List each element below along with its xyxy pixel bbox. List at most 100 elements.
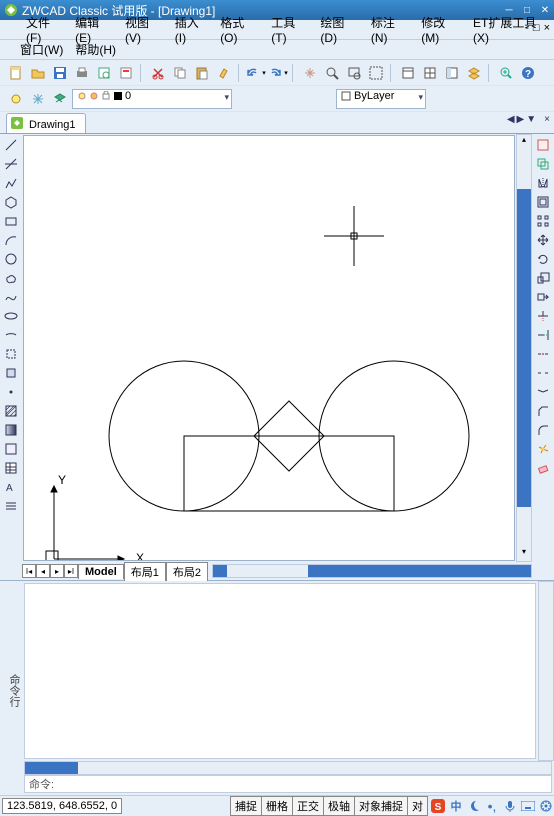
print-preview-icon[interactable] [94, 63, 114, 83]
move-icon[interactable] [534, 231, 552, 249]
menu-insert[interactable]: 插入(I) [169, 12, 214, 47]
tab-nav-last[interactable]: ▸I [64, 564, 78, 578]
polar-toggle[interactable]: 极轴 [323, 796, 355, 816]
command-input[interactable]: 命令: [24, 775, 552, 793]
ime-s-icon[interactable]: S [430, 798, 446, 814]
dot-icon[interactable]: •, [484, 798, 500, 814]
spline-icon[interactable] [2, 288, 20, 306]
docnav-drop[interactable]: ▼ [526, 114, 536, 125]
cut-icon[interactable] [148, 63, 168, 83]
ortho-toggle[interactable]: 正交 [292, 796, 324, 816]
array-icon[interactable] [534, 212, 552, 230]
tab-nav-next[interactable]: ▸ [50, 564, 64, 578]
rect-icon[interactable] [2, 212, 20, 230]
otrack-toggle[interactable]: 对 [407, 796, 428, 816]
menu-dim[interactable]: 标注(N) [365, 12, 415, 47]
zoom-icon[interactable] [322, 63, 342, 83]
new-icon[interactable] [6, 63, 26, 83]
pan-icon[interactable] [300, 63, 320, 83]
explode-icon[interactable] [534, 440, 552, 458]
color-combo[interactable]: ByLayer [336, 89, 426, 109]
command-log[interactable] [24, 583, 536, 759]
menu-tools[interactable]: 工具(T) [265, 12, 314, 47]
make-block-icon[interactable] [2, 364, 20, 382]
osnap-toggle[interactable]: 对象捕捉 [354, 796, 408, 816]
stretch-icon[interactable] [534, 288, 552, 306]
docnav-prev[interactable]: ◀ [507, 114, 515, 125]
print-icon[interactable] [72, 63, 92, 83]
format-painter-icon[interactable] [214, 63, 234, 83]
grid-toggle[interactable]: 栅格 [261, 796, 293, 816]
extend-icon[interactable] [534, 326, 552, 344]
subwin-close[interactable]: × [544, 22, 550, 34]
layout-icon[interactable] [442, 63, 462, 83]
layer-icon[interactable] [464, 63, 484, 83]
moon-icon[interactable] [466, 798, 482, 814]
chamfer-icon[interactable] [534, 402, 552, 420]
entprop-icon[interactable] [534, 136, 552, 154]
docnav-close[interactable]: × [544, 114, 550, 125]
save-icon[interactable] [50, 63, 70, 83]
subwin-restore[interactable]: □ [533, 22, 540, 34]
menu-file[interactable]: 文件(F) [20, 12, 69, 47]
zoom-extents-icon[interactable] [366, 63, 386, 83]
doc-tab-drawing1[interactable]: Drawing1 [6, 113, 86, 133]
trim-icon[interactable] [534, 307, 552, 325]
break-icon[interactable] [534, 364, 552, 382]
ellipse-arc-icon[interactable] [2, 326, 20, 344]
properties-icon[interactable] [398, 63, 418, 83]
redo-icon[interactable]: ▾ [268, 63, 288, 83]
mirror-icon[interactable] [534, 174, 552, 192]
layer-freeze-icon[interactable] [28, 89, 48, 109]
circle-icon[interactable] [2, 250, 20, 268]
revcloud-icon[interactable] [2, 269, 20, 287]
snap-toggle[interactable]: 捕捉 [230, 796, 262, 816]
menu-view[interactable]: 视图(V) [119, 12, 169, 47]
scale-icon[interactable] [534, 269, 552, 287]
cmd-vscroll[interactable] [538, 581, 554, 761]
coord-readout[interactable]: 123.5819, 648.6552, 0 [2, 798, 122, 814]
join-icon[interactable] [534, 383, 552, 401]
docnav-next[interactable]: ▶ [517, 114, 525, 125]
copy-icon[interactable] [170, 63, 190, 83]
menu-format[interactable]: 格式(O) [214, 12, 265, 47]
menu-modify[interactable]: 修改(M) [415, 12, 467, 47]
addline-icon[interactable] [2, 497, 20, 515]
help-icon[interactable]: ? [518, 63, 538, 83]
open-icon[interactable] [28, 63, 48, 83]
layer-combo[interactable]: 0 [72, 89, 232, 109]
zoom-window-icon[interactable] [344, 63, 364, 83]
gradient-icon[interactable] [2, 421, 20, 439]
undo-icon[interactable]: ▾ [246, 63, 266, 83]
region-icon[interactable] [2, 440, 20, 458]
tab-model[interactable]: Model [78, 564, 124, 579]
hatch-icon[interactable] [2, 402, 20, 420]
copy2-icon[interactable] [534, 155, 552, 173]
breakpoint-icon[interactable] [534, 345, 552, 363]
cmd-hscroll[interactable] [24, 761, 552, 775]
menu-draw[interactable]: 绘图(D) [314, 12, 364, 47]
tab-layout1[interactable]: 布局1 [124, 562, 166, 581]
polygon-icon[interactable] [2, 193, 20, 211]
layer-prev-icon[interactable] [50, 89, 70, 109]
arc-icon[interactable] [2, 231, 20, 249]
tab-layout2[interactable]: 布局2 [166, 562, 208, 581]
rotate-icon[interactable] [534, 250, 552, 268]
table2-icon[interactable] [2, 459, 20, 477]
zoom-in-icon[interactable] [496, 63, 516, 83]
plot-icon[interactable] [116, 63, 136, 83]
subwin-min[interactable]: - [525, 22, 529, 34]
paste-icon[interactable] [192, 63, 212, 83]
line-icon[interactable] [2, 136, 20, 154]
ime-zh-icon[interactable]: 中 [448, 798, 464, 814]
table-icon[interactable] [420, 63, 440, 83]
layer-off-icon[interactable] [6, 89, 26, 109]
ellipse-icon[interactable] [2, 307, 20, 325]
erase-icon[interactable] [534, 459, 552, 477]
fillet-icon[interactable] [534, 421, 552, 439]
polyline-icon[interactable] [2, 174, 20, 192]
tab-nav-prev[interactable]: ◂ [36, 564, 50, 578]
point-icon[interactable] [2, 383, 20, 401]
block-icon[interactable] [2, 345, 20, 363]
vertical-scrollbar[interactable]: ▴ ▾ [516, 134, 532, 562]
